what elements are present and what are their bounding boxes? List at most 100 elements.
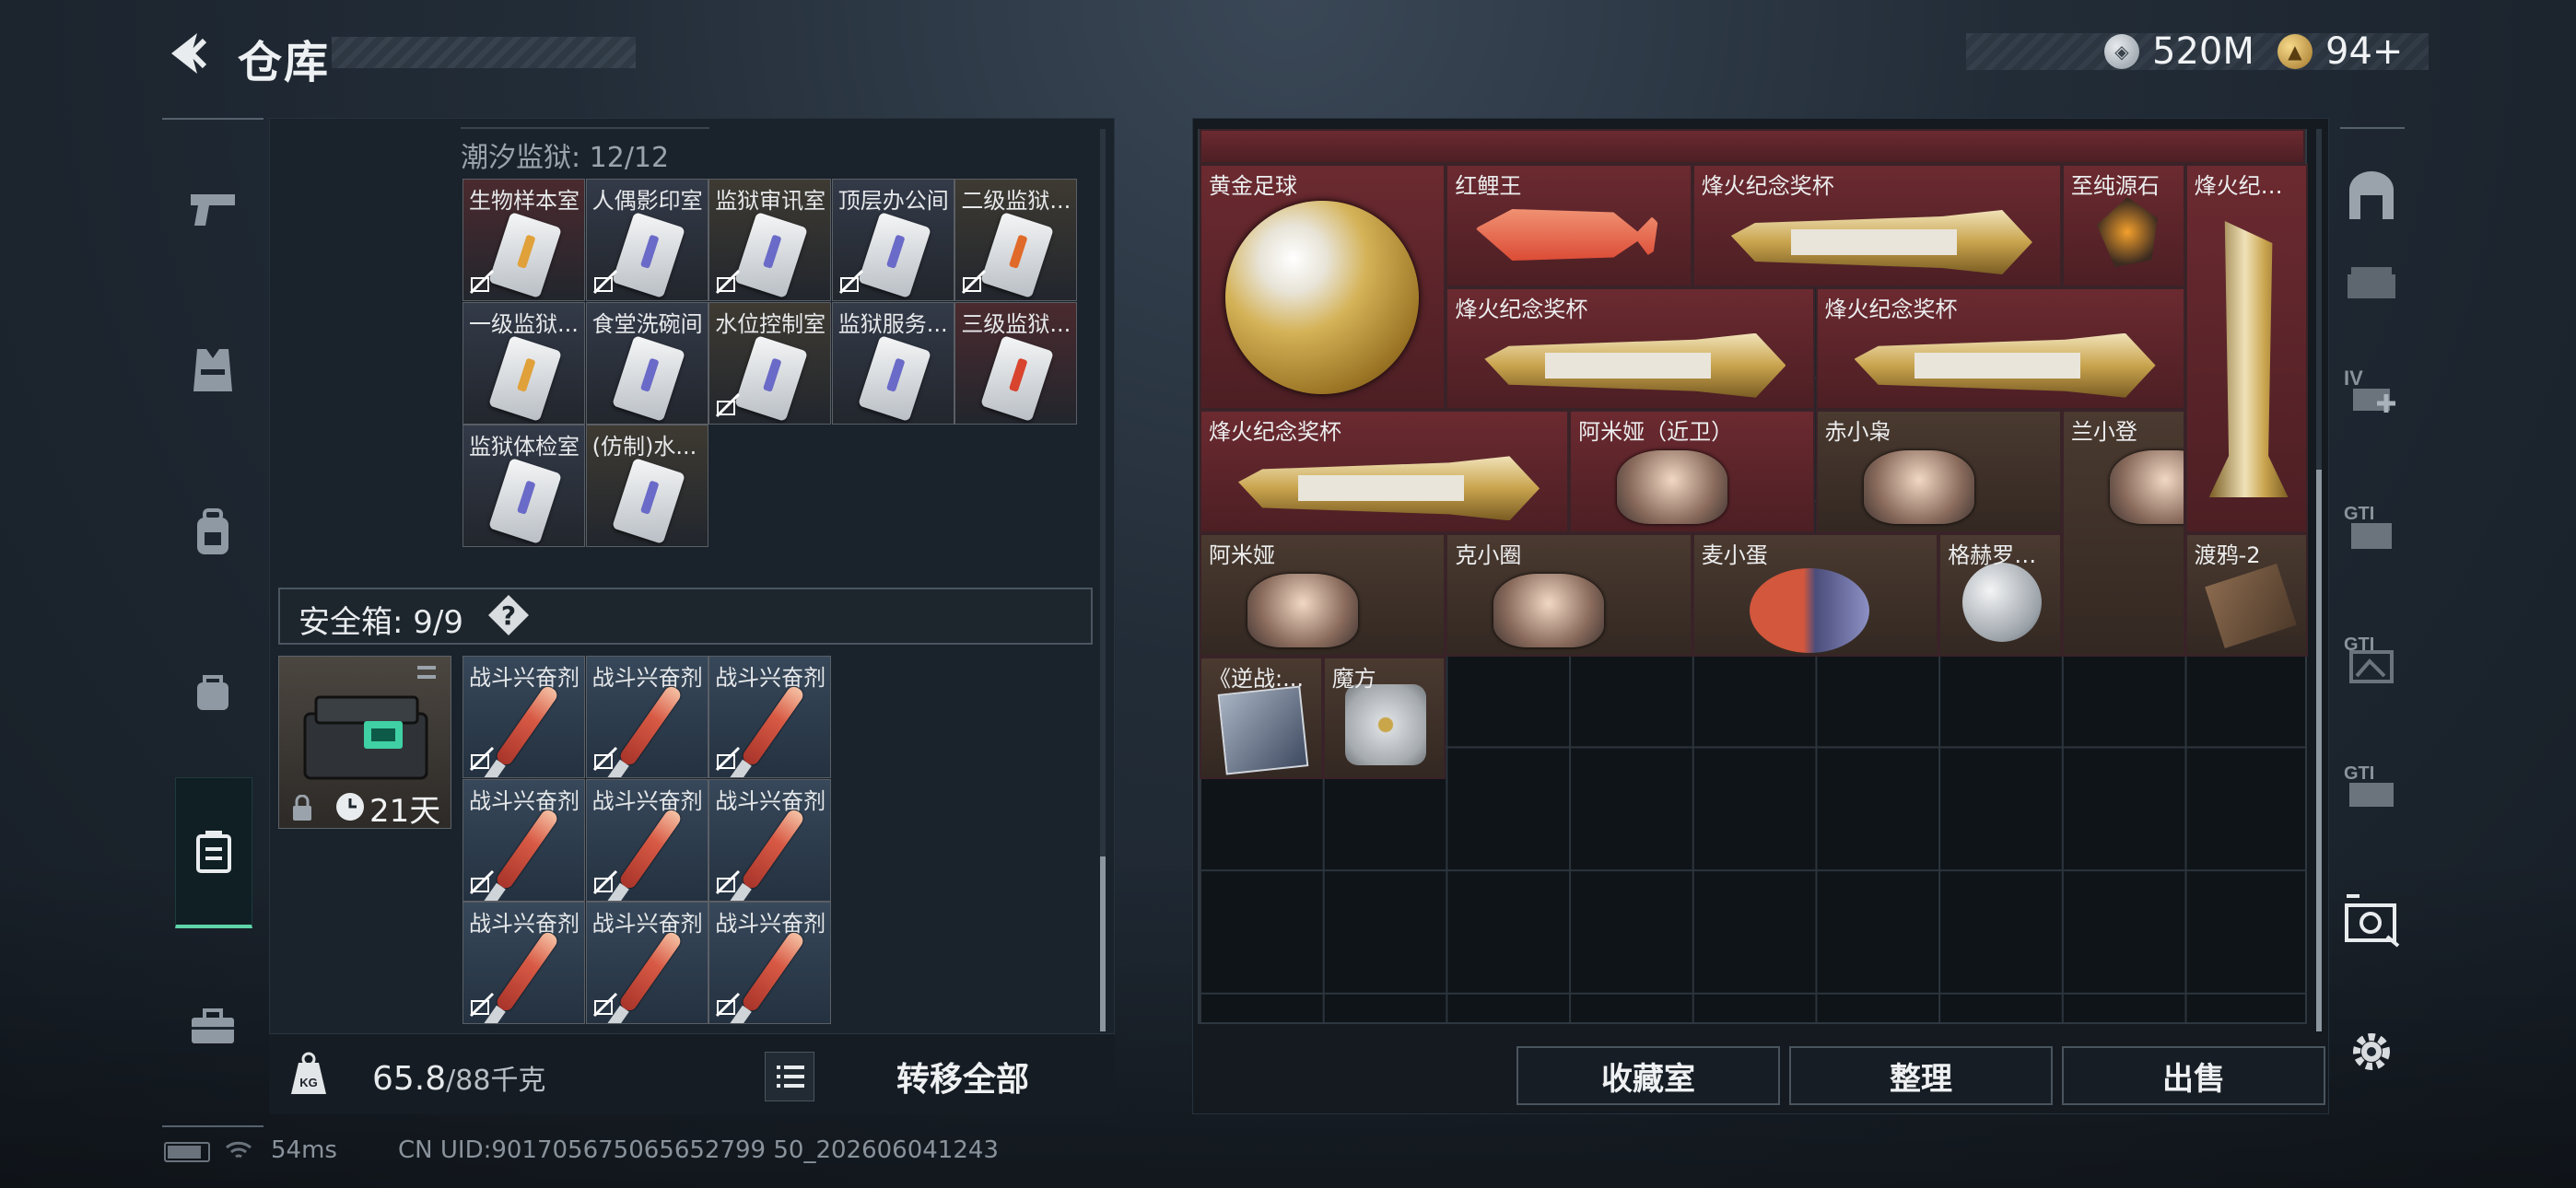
collection-item-name: 烽火纪念奖杯 (1209, 419, 1341, 446)
collection-item[interactable]: 至纯源石 (2061, 164, 2185, 287)
collection-item[interactable]: 红鲤王 (1446, 164, 1692, 287)
keycard-icon (488, 334, 562, 422)
currency-silver[interactable]: ◈ 520M (2104, 28, 2254, 76)
collection-item[interactable]: 兰小登 (2061, 410, 2185, 657)
right-nav-item-2[interactable] (2336, 249, 2406, 319)
collection-item[interactable]: 赤小枭 (1815, 410, 2062, 534)
pouch-icon (197, 675, 228, 710)
trophy-icon (1238, 456, 1540, 521)
collection-item-name: 阿米娅 (1209, 542, 1275, 569)
nav-weapons[interactable] (162, 158, 263, 260)
item-name: 战斗兴奋剂 (591, 665, 703, 691)
right-nav-collection-active[interactable] (2336, 884, 2406, 954)
collection-item[interactable]: 阿米娅（近卫） (1569, 410, 1816, 534)
battery-icon (164, 1142, 210, 1162)
keycard-cell[interactable]: 顶层办公间 (831, 179, 954, 301)
medkit-plus-icon: IV (2344, 367, 2395, 413)
keycard-cell[interactable]: 食堂洗碗间 (585, 301, 708, 425)
stimulant-cell[interactable]: 战斗兴奋剂 (585, 902, 708, 1025)
keycard-cell[interactable]: 二级监狱... (954, 179, 1078, 301)
stimulant-cell[interactable]: 战斗兴奋剂 (463, 656, 585, 778)
keycard-cell[interactable]: 生物样本室 (463, 179, 585, 301)
keycard-cell[interactable]: 监狱服务... (831, 301, 954, 425)
right-nav-divider (2340, 127, 2405, 129)
collection-item[interactable]: 烽火纪念奖杯 (1200, 410, 1570, 534)
nav-safe-case[interactable] (175, 777, 252, 928)
collection-item-name: 《逆战:... (1209, 665, 1304, 692)
keycard-cell[interactable]: 三级监狱... (954, 301, 1078, 425)
collection-item[interactable]: 格赫罗斯... (1938, 533, 2062, 657)
no-trade-icon (469, 269, 495, 295)
collection-item[interactable]: 烽火纪念奖杯 (1692, 164, 2062, 287)
stimulant-cell[interactable]: 战斗兴奋剂 (585, 656, 708, 778)
right-nav-item-6[interactable]: GTI (2336, 751, 2406, 821)
keycard-icon (857, 211, 931, 299)
keycard-cell[interactable]: 一级监狱... (463, 301, 585, 425)
stimulant-cell[interactable]: 战斗兴奋剂 (708, 778, 832, 902)
back-arrow-icon (171, 33, 207, 74)
keycard-cell[interactable]: 监狱审讯室 (708, 179, 832, 301)
keycard-cell[interactable]: 监狱体检室 (463, 425, 585, 548)
right-nav-home[interactable] (2336, 162, 2406, 232)
section-divider (461, 127, 709, 129)
collection-scrollbar[interactable] (2316, 129, 2322, 1031)
stimulant-cell[interactable]: 战斗兴奋剂 (708, 656, 832, 778)
collection-room-button[interactable]: 收藏室 (1516, 1046, 1780, 1105)
right-nav-item-3[interactable]: IV (2336, 354, 2406, 424)
keycard-cell[interactable]: 水位控制室 (708, 301, 832, 425)
collection-item[interactable]: 麦小蛋 (1692, 533, 1939, 657)
keycard-name: (仿制)水... (591, 434, 697, 460)
collection-item[interactable]: 《逆战:... (1200, 656, 1323, 780)
briefcase-icon (192, 1008, 234, 1043)
egg-figure-icon (1749, 568, 1869, 654)
keycard-cell[interactable]: (仿制)水... (585, 425, 708, 548)
list-view-button[interactable] (765, 1052, 814, 1101)
keycard-cell[interactable]: 人偶影印室 (585, 179, 708, 301)
stimulant-cell[interactable]: 战斗兴奋剂 (585, 778, 708, 902)
keycard-name: 监狱审讯室 (715, 188, 826, 214)
keycard-icon (734, 211, 809, 299)
collection-item-name: 烽火纪念奖杯 (1701, 173, 1834, 199)
collection-item-name: 烽火纪念奖杯 (1824, 296, 1958, 322)
page-title: 仓库 (238, 37, 331, 88)
collection-item[interactable]: 黄金足球 (1200, 164, 1446, 411)
collection-item-name: 麦小蛋 (1701, 542, 1768, 569)
settings-button[interactable] (2336, 1017, 2406, 1087)
sell-button[interactable]: 出售 (2062, 1046, 2325, 1105)
stimulant-cell[interactable]: 战斗兴奋剂 (708, 902, 832, 1025)
stash-scrollbar[interactable] (1100, 129, 1106, 1031)
no-trade-icon (838, 269, 863, 295)
nav-armor[interactable] (162, 320, 263, 422)
collection-item[interactable]: 渡鸦-2 (2184, 533, 2309, 657)
stimulant-syringe-icon (494, 929, 560, 1014)
trophy-icon (1484, 332, 1786, 398)
collection-item[interactable]: 烽火纪念... (2184, 164, 2309, 534)
collection-item[interactable]: 克小圈 (1446, 533, 1692, 657)
transfer-all-button[interactable]: 转移全部 (857, 1050, 1069, 1103)
currency-silver-value: 520M (2152, 30, 2254, 73)
currency-gold[interactable]: ▲ 94+ (2277, 28, 2403, 76)
collection-item[interactable]: 烽火纪念奖杯 (1446, 286, 1816, 411)
sort-button[interactable]: 整理 (1789, 1046, 2053, 1105)
gold-coin-icon: ▲ (2277, 34, 2313, 69)
safe-box-slot[interactable]: 21天 (278, 656, 451, 830)
collection-item[interactable]: 魔方 (1322, 656, 1446, 780)
right-nav-item-5[interactable]: GTI (2336, 623, 2406, 693)
collection-item[interactable]: 阿米娅 (1200, 533, 1446, 657)
stimulant-cell[interactable]: 战斗兴奋剂 (463, 902, 585, 1025)
lock-icon (293, 795, 311, 821)
stimulant-syringe-icon (617, 807, 684, 891)
pistol-icon (191, 194, 235, 226)
collection-item-name: 至纯源石 (2070, 173, 2160, 199)
stimulant-syringe-icon (740, 683, 806, 768)
stimulant-cell[interactable]: 战斗兴奋剂 (463, 778, 585, 902)
no-trade-icon (716, 746, 741, 772)
nav-pouch[interactable] (162, 641, 263, 742)
right-nav-item-4[interactable]: GTI (2336, 492, 2406, 562)
nav-briefcase[interactable] (162, 976, 263, 1077)
back-button[interactable] (164, 28, 208, 79)
nav-backpack[interactable] (162, 483, 263, 584)
keycard-icon (611, 211, 685, 299)
collection-item[interactable]: 烽火纪念奖杯 (1815, 286, 2185, 411)
item-name: 战斗兴奋剂 (715, 787, 826, 814)
